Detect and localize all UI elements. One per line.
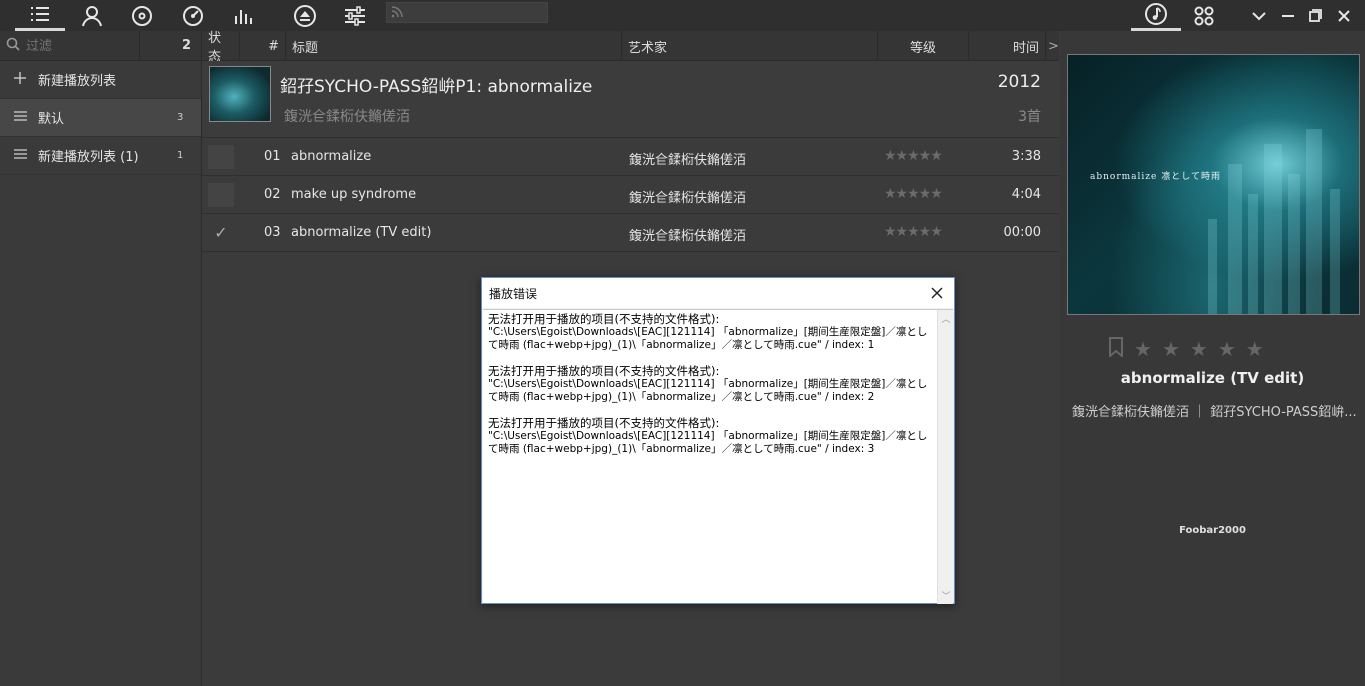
column-header: 状态 # 标题 艺术家 等级 时间 > [202, 31, 1059, 65]
column-rating[interactable]: 等级 [878, 31, 969, 61]
filter-box[interactable] [0, 30, 140, 61]
track-number: 03 [264, 225, 281, 240]
track-row[interactable]: 01 abnormalize 鍑洸仺鍒椼伕鏅傞洦 ★★★★★ 3:38 [202, 138, 1059, 176]
sidebar-item-count: 3 [177, 112, 184, 123]
sidebar-item-label: 新建播放列表 (1) [38, 150, 139, 165]
track-rating-stars[interactable]: ★★★★★ [884, 224, 943, 240]
rss-icon [391, 3, 403, 22]
apps-grid-icon[interactable] [1179, 0, 1229, 31]
column-artist[interactable]: 艺术家 [622, 31, 878, 61]
now-playing-rating: ★ ★ ★ ★ ★ [1108, 337, 1264, 362]
album-cover-thumbnail [209, 66, 271, 122]
track-row[interactable]: 02 make up syndrome 鍑洸仺鍒椼伕鏅傞洦 ★★★★★ 4:04 [202, 176, 1059, 214]
cover-text: abnormalize 凛として時雨 [1090, 172, 1221, 182]
bookmark-icon[interactable] [1108, 337, 1124, 362]
online-search-box[interactable] [386, 2, 548, 23]
list-icon [14, 148, 38, 164]
playlist-view-icon[interactable] [15, 0, 65, 31]
app-label: Foobar2000 [1179, 525, 1246, 536]
track-number: 01 [264, 149, 281, 164]
dialog-title: 播放错误 [482, 278, 954, 308]
error-log-textarea[interactable]: 无法打开用于播放的项目(不支持的文件格式): "C:\Users\Egoist\… [483, 309, 953, 604]
track-time: 4:04 [1011, 187, 1041, 202]
album-group-header[interactable]: 鉊孖SYCHO-PASS鉊峅P1: abnormalize 鍑洸仺鍒椼伕鏅傞洦 … [202, 61, 1059, 138]
filter-input[interactable] [26, 38, 136, 53]
new-playlist-button[interactable]: 新建播放列表 [0, 61, 201, 99]
track-title: make up syndrome [291, 187, 417, 202]
track-rating-stars[interactable]: ★★★★★ [884, 148, 943, 164]
star-icon[interactable]: ★ [1190, 337, 1208, 362]
column-time[interactable]: 时间 [969, 31, 1046, 61]
artist-view-icon[interactable] [67, 0, 117, 31]
track-title: abnormalize [291, 149, 372, 164]
track-status [208, 145, 234, 169]
column-number[interactable]: # [240, 31, 286, 61]
track-artist: 鍑洸仺鍒椼伕鏅傞洦 [629, 229, 747, 244]
album-title: 鉊孖SYCHO-PASS鉊峅P1: abnormalize [280, 77, 593, 97]
star-icon[interactable]: ★ [1134, 337, 1152, 362]
now-playing-subtitle: 鍑洸仺鍒椼伕鏅傞洦 ｜ 鉊孖SYCHO-PASS鉊峅... [1072, 405, 1357, 420]
column-status[interactable]: 状态 [202, 31, 240, 65]
column-title[interactable]: 标题 [286, 31, 622, 61]
error-log-text: 无法打开用于播放的项目(不支持的文件格式): "C:\Users\Egoist\… [488, 313, 936, 601]
track-row[interactable]: ✓ 03 abnormalize (TV edit) 鍑洸仺鍒椼伕鏅傞洦 ★★★… [202, 214, 1059, 252]
filter-row: 2 [0, 30, 201, 61]
top-toolbar [0, 0, 1365, 31]
star-icon[interactable]: ★ [1162, 337, 1180, 362]
settings-sliders-icon[interactable] [330, 0, 380, 31]
album-view-icon[interactable] [117, 0, 167, 31]
track-time: 3:38 [1011, 149, 1041, 164]
now-playing-panel: abnormalize 凛として時雨 ★ ★ ★ ★ ★ abnormalize… [1060, 31, 1365, 686]
search-icon [6, 36, 20, 55]
sidebar-item-label: 默认 [38, 112, 65, 127]
dialog-close-button[interactable] [926, 282, 948, 304]
track-artist: 鍑洸仺鍒椼伕鏅傞洦 [629, 153, 747, 168]
error-message: 无法打开用于播放的项目(不支持的文件格式): "C:\Users\Egoist\… [488, 364, 928, 404]
plus-icon [14, 71, 38, 88]
close-icon [931, 287, 943, 299]
eject-icon[interactable] [280, 0, 330, 31]
album-track-count: 3首 [1018, 109, 1041, 125]
foobar-window: 2 新建播放列表 默认 3 新建播放列表 (1) 1 状态 # [0, 0, 1365, 686]
playlist-sidebar: 2 新建播放列表 默认 3 新建播放列表 (1) 1 [0, 30, 202, 686]
now-playing-music-icon[interactable] [1131, 0, 1181, 31]
sidebar-item-new-playlist-1[interactable]: 新建播放列表 (1) 1 [0, 137, 201, 175]
track-rating-stars[interactable]: ★★★★★ [884, 186, 943, 202]
filter-count: 2 [181, 38, 191, 53]
track-artist: 鍑洸仺鍒椼伕鏅傞洦 [629, 191, 747, 206]
close-icon[interactable] [1326, 0, 1362, 31]
album-artist: 鍑洸仺鍒椼伕鏅傞洦 [284, 109, 410, 125]
scroll-down-icon[interactable]: ﹀ [938, 589, 954, 602]
error-message: 无法打开用于播放的项目(不支持的文件格式): "C:\Users\Egoist\… [488, 416, 928, 456]
list-icon [14, 110, 38, 126]
star-icon[interactable]: ★ [1218, 337, 1236, 362]
now-playing-title: abnormalize (TV edit) [1120, 369, 1305, 387]
star-icon[interactable]: ★ [1246, 337, 1264, 362]
sidebar-item-default[interactable]: 默认 3 [0, 99, 201, 137]
error-message: 无法打开用于播放的项目(不支持的文件格式): "C:\Users\Egoist\… [488, 313, 928, 351]
sidebar-item-label: 新建播放列表 [38, 74, 117, 89]
track-status [208, 183, 234, 207]
dialog-scrollbar[interactable]: ︿ ﹀ [937, 310, 953, 604]
sidebar-item-count: 1 [177, 150, 184, 161]
scroll-up-icon[interactable]: ︿ [938, 312, 954, 325]
album-cover-large: abnormalize 凛として時雨 [1067, 54, 1360, 315]
check-icon: ✓ [214, 223, 228, 242]
track-title: abnormalize (TV edit) [291, 225, 432, 240]
track-time: 00:00 [1003, 225, 1041, 240]
track-number: 02 [264, 187, 281, 202]
playback-error-dialog: 播放错误 无法打开用于播放的项目(不支持的文件格式): "C:\Users\Eg… [481, 277, 955, 604]
album-year: 2012 [997, 72, 1041, 92]
column-more-button[interactable]: > [1046, 31, 1059, 61]
search-input[interactable] [407, 5, 547, 20]
